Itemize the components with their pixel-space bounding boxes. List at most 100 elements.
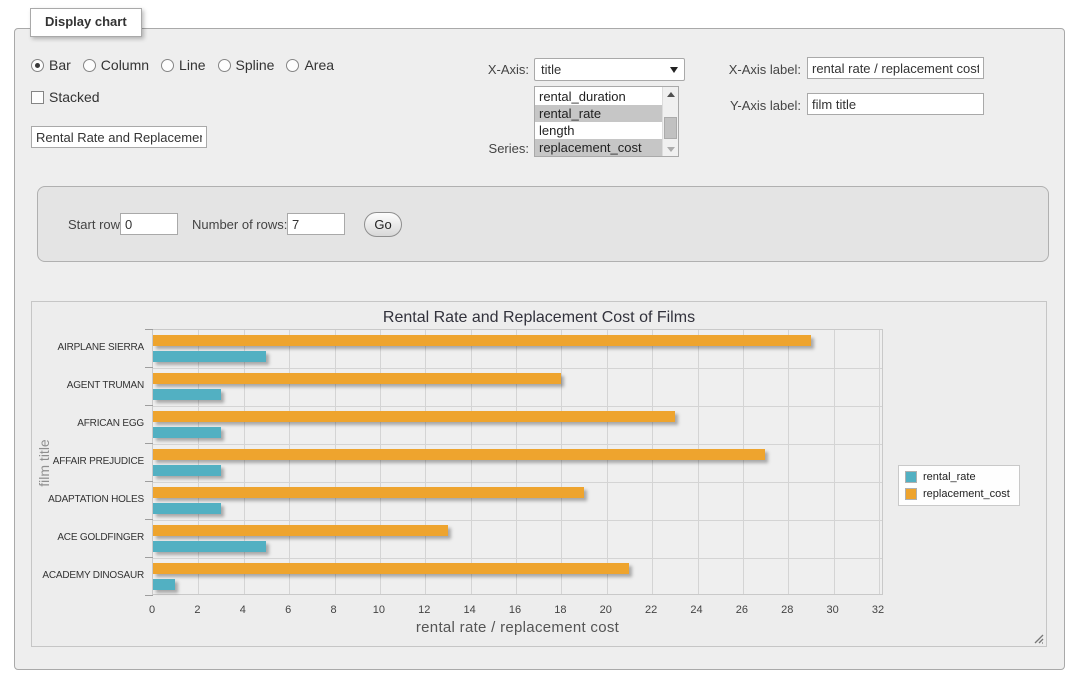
display-chart-panel: BarColumnLineSplineArea Stacked X-Axis: … — [14, 28, 1065, 670]
gridline-y-4 — [153, 482, 882, 483]
category-label-5: ACE GOLDFINGER — [32, 532, 144, 543]
bar-rental_rate-2 — [153, 427, 221, 438]
series-option-rental_duration[interactable]: rental_duration — [535, 88, 662, 105]
category-label-3: AFFAIR PREJUDICE — [32, 456, 144, 467]
legend-entry-rental_rate: rental_rate — [905, 471, 1010, 483]
gridline-y-2 — [153, 406, 882, 407]
bar-replacement_cost-4 — [153, 487, 584, 498]
chart-type-radio-group: Bar Column Line Spline Area — [31, 57, 334, 73]
category-label-0: AIRPLANE SIERRA — [32, 342, 144, 353]
chart-type-label: Line — [179, 57, 205, 73]
chart-x-axis-title: rental rate / replacement cost — [152, 619, 883, 636]
bar-rental_rate-5 — [153, 541, 266, 552]
bar-rental_rate-1 — [153, 389, 221, 400]
x-tick-label-28: 28 — [772, 604, 802, 616]
legend-label: rental_rate — [923, 471, 976, 483]
start-row-input[interactable] — [120, 213, 178, 235]
chart-type-label: Column — [101, 57, 149, 73]
number-of-rows-label: Number of rows: — [192, 217, 287, 232]
chart-type-option-column[interactable]: Column — [83, 57, 149, 73]
chart-type-option-bar[interactable]: Bar — [31, 57, 71, 73]
row-range-panel: Start row: Number of rows: Go — [37, 186, 1049, 262]
legend-label: replacement_cost — [923, 488, 1010, 500]
gridline-y-5 — [153, 520, 882, 521]
bar-rental_rate-4 — [153, 503, 221, 514]
legend: rental_rate replacement_cost — [898, 465, 1020, 506]
scroll-down-icon — [667, 147, 675, 152]
y-axis-tick-0 — [145, 329, 153, 330]
series-option-rental_rate[interactable]: rental_rate — [535, 105, 662, 122]
radio-button-spline[interactable] — [218, 59, 231, 72]
y-axis-tick-5 — [145, 519, 153, 520]
y-axis-tick-4 — [145, 481, 153, 482]
legend-entry-replacement_cost: replacement_cost — [905, 488, 1010, 500]
gridline-x-4 — [244, 330, 245, 594]
x-tick-label-10: 10 — [364, 604, 394, 616]
x-tick-label-8: 8 — [319, 604, 349, 616]
number-of-rows-input[interactable] — [287, 213, 345, 235]
gridline-x-2 — [198, 330, 199, 594]
category-label-6: ACADEMY DINOSAUR — [32, 570, 144, 581]
series-listbox-label: Series: — [435, 141, 529, 156]
gridline-y-6 — [153, 558, 882, 559]
category-label-2: AFRICAN EGG — [32, 418, 144, 429]
x-axis-selected-value: title — [541, 62, 561, 77]
chart: Rental Rate and Replacement Cost of Film… — [31, 301, 1047, 647]
chart-type-option-line[interactable]: Line — [161, 57, 205, 73]
category-label-4: ADAPTATION HOLES — [32, 494, 144, 505]
x-tick-label-22: 22 — [636, 604, 666, 616]
x-axis-select-label: X-Axis: — [435, 62, 529, 77]
gridline-x-26 — [743, 330, 744, 594]
x-tick-label-0: 0 — [137, 604, 167, 616]
bar-replacement_cost-2 — [153, 411, 675, 422]
x-axis-label-field-label: X-Axis label: — [675, 62, 801, 77]
y-axis-label-input[interactable] — [807, 93, 984, 115]
series-option-length[interactable]: length — [535, 122, 662, 139]
chart-type-label: Area — [304, 57, 334, 73]
resize-handle-icon[interactable] — [1032, 632, 1044, 644]
display-chart-tab: Display chart — [30, 8, 142, 37]
gridline-x-8 — [335, 330, 336, 594]
stacked-checkbox[interactable] — [31, 91, 44, 104]
series-listbox[interactable]: rental_durationrental_ratelengthreplacem… — [534, 86, 679, 157]
bar-replacement_cost-5 — [153, 525, 448, 536]
y-axis-tick-2 — [145, 405, 153, 406]
bar-rental_rate-6 — [153, 579, 175, 590]
y-axis-tick-1 — [145, 367, 153, 368]
chart-type-option-area[interactable]: Area — [286, 57, 334, 73]
y-axis-tick-3 — [145, 443, 153, 444]
bar-replacement_cost-0 — [153, 335, 811, 346]
x-tick-label-26: 26 — [727, 604, 757, 616]
scrollbar-thumb[interactable] — [664, 117, 677, 139]
scroll-down-button[interactable] — [663, 142, 679, 156]
bar-replacement_cost-6 — [153, 563, 629, 574]
gridline-x-28 — [788, 330, 789, 594]
gridline-y-3 — [153, 444, 882, 445]
gridline-x-32 — [879, 330, 880, 594]
radio-button-area[interactable] — [286, 59, 299, 72]
plot-area — [152, 329, 883, 595]
series-option-replacement_cost[interactable]: replacement_cost — [535, 139, 662, 156]
x-axis-select[interactable]: title — [534, 58, 685, 81]
chart-type-option-spline[interactable]: Spline — [218, 57, 275, 73]
chart-title: Rental Rate and Replacement Cost of Film… — [32, 309, 1046, 327]
chart-type-label: Spline — [236, 57, 275, 73]
bar-rental_rate-0 — [153, 351, 266, 362]
stacked-label: Stacked — [49, 89, 100, 105]
legend-swatch-replacement_cost — [905, 488, 917, 500]
x-tick-label-2: 2 — [182, 604, 212, 616]
gridline-x-18 — [561, 330, 562, 594]
y-axis-label-field-label: Y-Axis label: — [675, 98, 801, 113]
radio-button-bar[interactable] — [31, 59, 44, 72]
x-axis-label-input[interactable] — [807, 57, 984, 79]
gridline-x-30 — [834, 330, 835, 594]
stacked-option[interactable]: Stacked — [31, 89, 100, 105]
gridline-x-22 — [652, 330, 653, 594]
chart-title-input[interactable] — [31, 126, 207, 148]
gridline-x-14 — [471, 330, 472, 594]
radio-button-line[interactable] — [161, 59, 174, 72]
gridline-x-24 — [698, 330, 699, 594]
radio-button-column[interactable] — [83, 59, 96, 72]
y-axis-tick-6 — [145, 557, 153, 558]
go-button[interactable]: Go — [364, 212, 402, 237]
